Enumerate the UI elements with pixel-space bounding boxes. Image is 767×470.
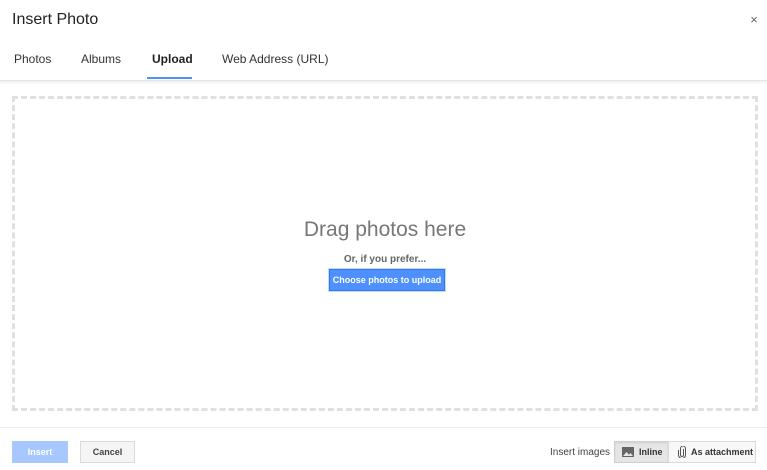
paperclip-icon xyxy=(678,446,686,458)
tab-web-address[interactable]: Web Address (URL) xyxy=(222,52,328,66)
insert-button[interactable]: Insert xyxy=(12,441,68,463)
cancel-button[interactable]: Cancel xyxy=(80,441,135,463)
choose-photos-button[interactable]: Choose photos to upload xyxy=(329,269,445,291)
inline-option-button[interactable]: Inline xyxy=(614,441,669,463)
insert-photo-dialog: Insert Photo × Photos Albums Upload Web … xyxy=(0,0,767,470)
attachment-option-button[interactable]: As attachment xyxy=(668,441,756,463)
tab-photos[interactable]: Photos xyxy=(14,52,51,66)
attachment-option-label: As attachment xyxy=(691,447,754,457)
tab-albums[interactable]: Albums xyxy=(81,52,121,66)
tab-upload[interactable]: Upload xyxy=(152,52,193,66)
active-tab-indicator xyxy=(147,77,192,79)
image-icon xyxy=(622,447,634,457)
insert-images-label: Insert images xyxy=(550,447,611,458)
photo-drop-zone[interactable]: Drag photos here Or, if you prefer... Ch… xyxy=(12,96,758,411)
footer-divider xyxy=(0,427,767,428)
close-icon[interactable]: × xyxy=(747,12,761,27)
tab-bar: Photos Albums Upload Web Address (URL) xyxy=(0,44,767,81)
dialog-title: Insert Photo xyxy=(12,11,99,28)
inline-option-label: Inline xyxy=(639,447,663,457)
drag-photos-heading: Drag photos here xyxy=(303,218,467,241)
or-prefer-text: Or, if you prefer... xyxy=(343,254,427,265)
